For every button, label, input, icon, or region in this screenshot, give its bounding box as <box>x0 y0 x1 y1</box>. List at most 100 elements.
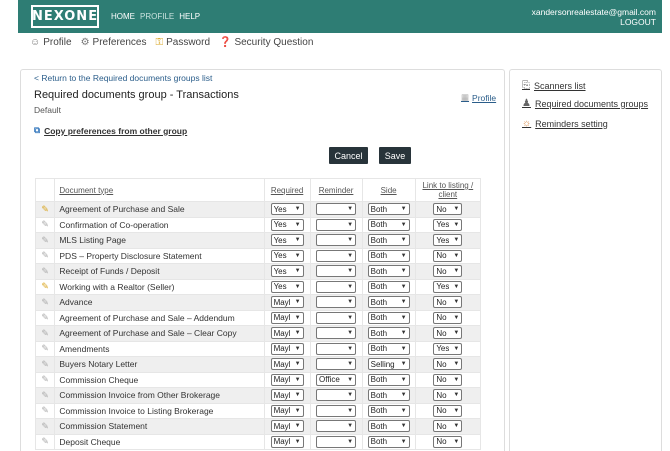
required-select[interactable]: Mayl ▼ <box>270 358 304 371</box>
edit-pencil-icon[interactable]: ✎ <box>34 263 56 280</box>
link-select[interactable]: No ▼ <box>433 404 463 417</box>
edit-pencil-icon[interactable]: ✎ <box>34 340 56 357</box>
required-select[interactable]: Mayl ▼ <box>270 327 304 340</box>
reminder-select[interactable]: ▼ <box>316 389 357 402</box>
edit-pencil-icon[interactable]: ✎ <box>34 294 56 311</box>
required-select[interactable]: Yes ▼ <box>270 280 304 293</box>
header-link-to-listing[interactable]: Link to listing / client <box>414 178 482 202</box>
header-reminder[interactable]: Reminder <box>309 178 363 202</box>
required-select[interactable]: Mayl ▼ <box>270 435 304 448</box>
reminder-select[interactable]: Office ▼ <box>316 373 357 386</box>
required-select[interactable]: Mayl ▼ <box>270 296 304 309</box>
reminder-select[interactable]: ▼ <box>316 327 357 340</box>
side-select[interactable]: Both ▼ <box>367 404 410 417</box>
reminder-select[interactable]: ▼ <box>316 404 357 417</box>
required-select[interactable]: Mayl ▼ <box>270 389 304 402</box>
nexone-logo[interactable]: NEXONE <box>31 5 99 28</box>
required-select[interactable]: Mayl ▼ <box>270 404 304 417</box>
nav-profile[interactable]: PROFILE <box>140 12 174 21</box>
logout-link[interactable]: LOGOUT <box>532 17 656 27</box>
link-select[interactable]: Yes ▼ <box>433 342 463 355</box>
save-button[interactable]: Save <box>379 147 411 164</box>
link-select[interactable]: No ▼ <box>433 296 463 309</box>
subnav-security-question[interactable]: ❓ Security Question <box>219 37 313 48</box>
subnav-preferences[interactable]: ⚙ Preferences <box>81 37 147 48</box>
required-select[interactable]: Yes ▼ <box>270 249 304 262</box>
required-documents-groups-link[interactable]: ♟ Required documents groups <box>522 98 648 109</box>
header-required[interactable]: Required <box>263 178 311 202</box>
profile-link[interactable]: ▦ Profile <box>461 92 496 103</box>
reminder-select[interactable]: ▼ <box>316 234 357 247</box>
side-select[interactable]: Both ▼ <box>367 342 410 355</box>
side-select[interactable]: Selling ▼ <box>367 358 410 371</box>
required-select[interactable]: Mayl ▼ <box>270 342 304 355</box>
header-document-type[interactable]: Document type <box>54 178 265 202</box>
side-select[interactable]: Both ▼ <box>367 249 410 262</box>
edit-pencil-icon[interactable]: ✎ <box>34 309 56 326</box>
back-link[interactable]: < Return to the Required documents group… <box>34 73 212 83</box>
edit-pencil-icon[interactable]: ✎ <box>34 402 56 419</box>
edit-pencil-icon[interactable]: ✎ <box>34 247 56 264</box>
edit-pencil-icon[interactable]: ✎ <box>34 325 56 342</box>
side-select[interactable]: Both ▼ <box>367 265 410 278</box>
reminder-select[interactable]: ▼ <box>316 435 357 448</box>
subnav-profile[interactable]: ☺ Profile <box>30 37 72 48</box>
reminder-select[interactable]: ▼ <box>316 296 357 309</box>
reminders-setting-link[interactable]: ☼ Reminders setting <box>522 118 608 129</box>
reminder-select[interactable]: ▼ <box>316 249 357 262</box>
side-select[interactable]: Both ▼ <box>367 296 410 309</box>
required-select[interactable]: Yes ▼ <box>270 203 304 216</box>
link-select[interactable]: No ▼ <box>433 358 463 371</box>
link-select[interactable]: Yes ▼ <box>433 280 463 293</box>
subnav-password[interactable]: ⚿ Password <box>155 37 210 48</box>
required-select[interactable]: Mayl ▼ <box>270 373 304 386</box>
link-select[interactable]: No ▼ <box>433 389 463 402</box>
reminder-select[interactable]: ▼ <box>316 342 357 355</box>
reminder-select[interactable]: ▼ <box>316 203 357 216</box>
required-select[interactable]: Yes ▼ <box>270 234 304 247</box>
side-select[interactable]: Both ▼ <box>367 203 410 216</box>
link-select[interactable]: No ▼ <box>433 311 463 324</box>
required-select[interactable]: Yes ▼ <box>270 265 304 278</box>
copy-preferences-link[interactable]: ⧉ Copy preferences from other group <box>34 125 187 136</box>
link-select[interactable]: No ▼ <box>433 373 463 386</box>
reminder-select[interactable]: ▼ <box>316 311 357 324</box>
link-select[interactable]: Yes ▼ <box>433 218 463 231</box>
side-select[interactable]: Both ▼ <box>367 234 410 247</box>
edit-pencil-icon[interactable]: ✎ <box>34 418 56 435</box>
nav-help[interactable]: HELP <box>179 12 200 21</box>
edit-pencil-icon[interactable]: ✎ <box>34 433 56 450</box>
edit-pencil-icon[interactable]: ✎ <box>34 232 56 249</box>
side-select[interactable]: Both ▼ <box>367 373 410 386</box>
side-select[interactable]: Both ▼ <box>367 420 410 433</box>
edit-pencil-icon[interactable]: ✎ <box>34 387 56 404</box>
side-select[interactable]: Both ▼ <box>367 311 410 324</box>
reminder-select[interactable]: ▼ <box>316 265 357 278</box>
edit-pencil-icon[interactable]: ✎ <box>34 201 56 218</box>
edit-pencil-icon[interactable]: ✎ <box>34 371 56 388</box>
reminder-select[interactable]: ▼ <box>316 358 357 371</box>
header-side[interactable]: Side <box>361 178 416 202</box>
edit-pencil-icon[interactable]: ✎ <box>34 356 56 373</box>
link-select[interactable]: No ▼ <box>433 435 463 448</box>
required-select[interactable]: Mayl ▼ <box>270 311 304 324</box>
link-select[interactable]: No ▼ <box>433 420 463 433</box>
side-select[interactable]: Both ▼ <box>367 218 410 231</box>
link-select[interactable]: No ▼ <box>433 327 463 340</box>
side-select[interactable]: Both ▼ <box>367 435 410 448</box>
reminder-select[interactable]: ▼ <box>316 420 357 433</box>
link-select[interactable]: No ▼ <box>433 203 463 216</box>
reminder-select[interactable]: ▼ <box>316 218 357 231</box>
cancel-button[interactable]: Cancel <box>329 147 368 164</box>
required-select[interactable]: Mayl ▼ <box>270 420 304 433</box>
nav-home[interactable]: HOME <box>111 12 135 21</box>
link-select[interactable]: No ▼ <box>433 265 463 278</box>
link-select[interactable]: No ▼ <box>433 249 463 262</box>
link-select[interactable]: Yes ▼ <box>433 234 463 247</box>
required-select[interactable]: Yes ▼ <box>270 218 304 231</box>
scanners-list-link[interactable]: ⎘ Scanners list <box>522 80 586 91</box>
side-select[interactable]: Both ▼ <box>367 280 410 293</box>
edit-pencil-icon[interactable]: ✎ <box>34 278 56 295</box>
side-select[interactable]: Both ▼ <box>367 389 410 402</box>
reminder-select[interactable]: ▼ <box>316 280 357 293</box>
